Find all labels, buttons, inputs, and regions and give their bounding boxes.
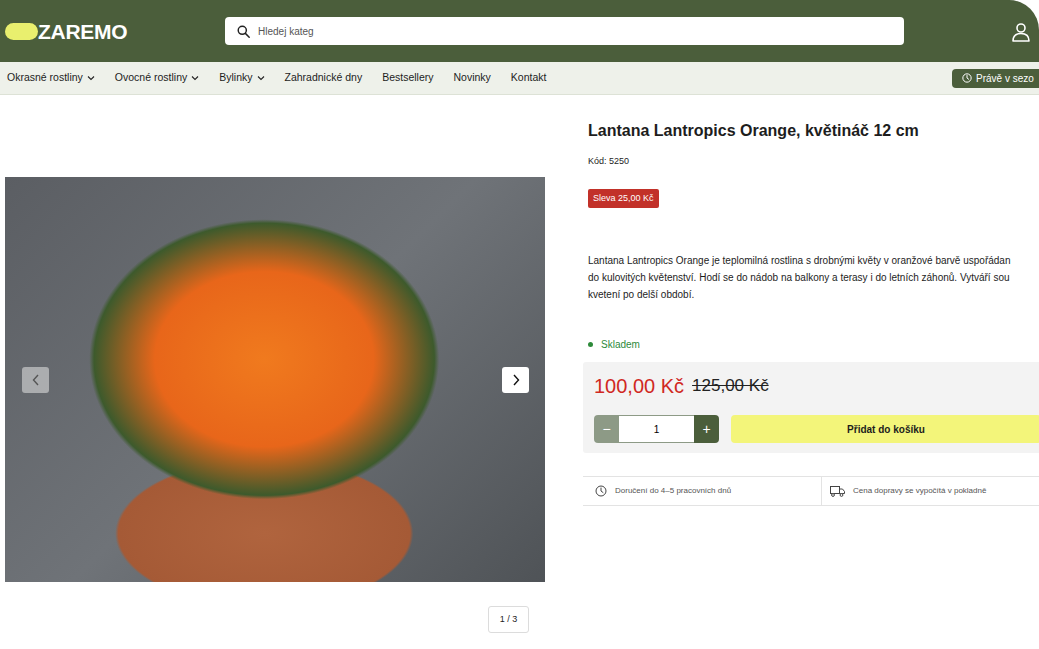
logo-text[interactable]: ZAREMO xyxy=(38,21,127,42)
description-line: do kulovitých květenství. Hodí se do nád… xyxy=(588,269,1039,286)
clock-icon xyxy=(595,485,607,497)
menu-item-label[interactable]: Bylinky xyxy=(219,70,252,86)
main-menu: Okrasné rostliny Ovocné rostliny Bylinky Za… xyxy=(0,62,1039,95)
chevron-right-icon xyxy=(512,374,520,386)
menu-item-label[interactable]: Bestsellery xyxy=(382,70,433,86)
image-counter: 1 / 3 xyxy=(488,606,529,633)
clock-icon xyxy=(962,73,972,83)
description-line: kvetení po delší období. xyxy=(588,286,1039,303)
add-to-cart-button[interactable]: Přidat do košíku xyxy=(731,415,1039,443)
truck-icon xyxy=(830,486,845,497)
stock-status: Skladem xyxy=(583,337,1039,352)
delivery-info: Doručení do 4–5 pracovních dnů Cena dopr… xyxy=(583,476,1039,506)
old-price: 125,00 Kč xyxy=(692,373,769,399)
next-image-button[interactable] xyxy=(502,367,529,393)
quantity-input[interactable] xyxy=(619,415,694,443)
user-icon xyxy=(1011,22,1031,42)
product-photo xyxy=(5,177,545,582)
season-button[interactable]: Právě v sezo xyxy=(952,69,1039,88)
menu-item-label[interactable]: Novinky xyxy=(454,70,491,86)
search-input[interactable] xyxy=(258,24,892,39)
delivery-time: Doručení do 4–5 pracovních dnů xyxy=(583,477,822,505)
product-description: Lantana Lantropics Orange je teplomilná … xyxy=(583,252,1039,303)
site-header: ZAREMO xyxy=(0,0,1039,62)
product-info: Lantana Lantropics Orange, květináč 12 c… xyxy=(583,95,1039,506)
menu-item[interactable]: Kontakt xyxy=(511,70,547,86)
menu-item[interactable]: Ovocné rostliny xyxy=(115,70,199,86)
chevron-left-icon xyxy=(32,374,40,386)
price-box: 100,00 Kč 125,00 Kč − + Přidat do košíku xyxy=(583,362,1039,453)
menu-items: Okrasné rostliny Ovocné rostliny Bylinky Za… xyxy=(7,70,546,86)
discount-badge: Sleva 25,00 Kč xyxy=(588,189,659,209)
stock-label: Skladem xyxy=(601,337,640,352)
product-page: 1 / 3 Lantana Lantropics Orange, květiná… xyxy=(0,95,1039,633)
delivery-time-text: Doručení do 4–5 pracovních dnů xyxy=(615,485,731,497)
season-label[interactable]: Právě v sezo xyxy=(976,71,1034,86)
product-code: Kód: 5250 xyxy=(583,155,1039,169)
delivery-cost: Cena dopravy se vypočítá v pokladně xyxy=(822,477,986,505)
description-line: Lantana Lantropics Orange je teplomilná … xyxy=(588,252,1039,269)
gallery: 1 / 3 xyxy=(0,95,545,633)
previous-image-button[interactable] xyxy=(22,367,49,393)
current-price: 100,00 Kč xyxy=(594,373,684,399)
decrease-quantity-button[interactable]: − xyxy=(594,415,619,443)
menu-item[interactable]: Bestsellery xyxy=(382,70,433,86)
delivery-cost-text: Cena dopravy se vypočítá v pokladně xyxy=(853,485,986,497)
chevron-down-icon xyxy=(191,75,199,81)
product-title: Lantana Lantropics Orange, květináč 12 c… xyxy=(583,121,1039,141)
chevron-down-icon xyxy=(257,75,265,81)
search-icon xyxy=(237,25,250,38)
chevron-down-icon xyxy=(87,75,95,81)
logo-leaf-icon xyxy=(5,23,38,40)
search-bar xyxy=(225,17,904,45)
menu-item[interactable]: Bylinky xyxy=(219,70,264,86)
menu-item[interactable]: Novinky xyxy=(454,70,491,86)
account-button[interactable] xyxy=(1011,19,1031,43)
menu-item-label[interactable]: Okrasné rostliny xyxy=(7,70,83,86)
stock-dot xyxy=(588,342,593,347)
menu-item-label[interactable]: Ovocné rostliny xyxy=(115,70,187,86)
increase-quantity-button[interactable]: + xyxy=(694,415,719,443)
menu-item-label[interactable]: Zahradnické dny xyxy=(285,70,363,86)
logo[interactable]: ZAREMO xyxy=(5,21,225,42)
menu-item[interactable]: Okrasné rostliny xyxy=(7,70,95,86)
gallery-footer: 1 / 3 xyxy=(5,606,545,633)
menu-item[interactable]: Zahradnické dny xyxy=(285,70,363,86)
menu-item-label[interactable]: Kontakt xyxy=(511,70,547,86)
